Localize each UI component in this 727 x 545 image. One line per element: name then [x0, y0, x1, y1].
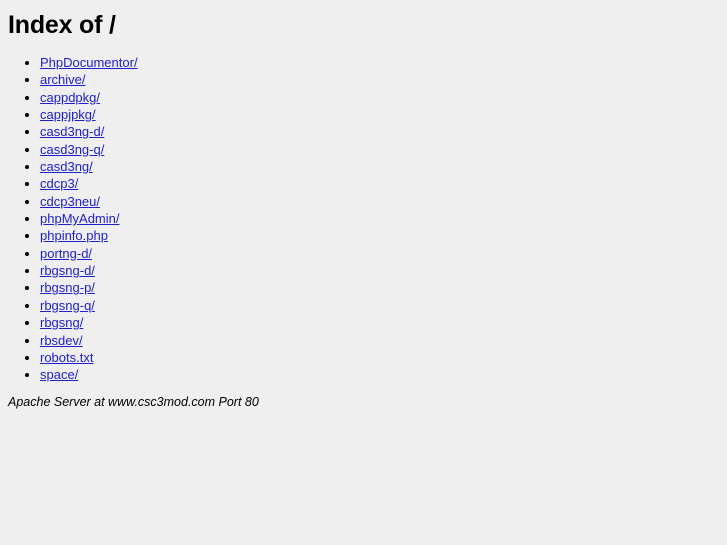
directory-index-page: Index of / PhpDocumentor/ archive/ cappd… [0, 0, 727, 410]
file-link-robots-txt[interactable]: robots.txt [40, 350, 93, 365]
server-signature: Apache Server at www.csc3mod.com Port 80 [8, 394, 259, 409]
list-item: cappjpkg/ [40, 106, 727, 123]
list-item: robots.txt [40, 349, 727, 366]
directory-listing: PhpDocumentor/ archive/ cappdpkg/ cappjp… [0, 54, 727, 384]
directory-link-archive[interactable]: archive/ [40, 72, 86, 87]
directory-link-rbgsng-d[interactable]: rbgsng-d/ [40, 263, 95, 278]
directory-link-cappjpkg[interactable]: cappjpkg/ [40, 107, 96, 122]
directory-link-casd3ng-q[interactable]: casd3ng-q/ [40, 142, 104, 157]
list-item: casd3ng-d/ [40, 123, 727, 140]
list-item: space/ [40, 366, 727, 383]
list-item: phpMyAdmin/ [40, 210, 727, 227]
list-item: portng-d/ [40, 245, 727, 262]
directory-link-casd3ng[interactable]: casd3ng/ [40, 159, 93, 174]
directory-link-portng-d[interactable]: portng-d/ [40, 246, 92, 261]
list-item: rbgsng/ [40, 314, 727, 331]
list-item: cdcp3neu/ [40, 193, 727, 210]
list-item: cdcp3/ [40, 175, 727, 192]
directory-link-space[interactable]: space/ [40, 367, 78, 382]
directory-link-cappdpkg[interactable]: cappdpkg/ [40, 90, 100, 105]
directory-link-phpdocumentor[interactable]: PhpDocumentor/ [40, 55, 138, 70]
directory-link-rbgsng-q[interactable]: rbgsng-q/ [40, 298, 95, 313]
list-item: rbgsng-q/ [40, 297, 727, 314]
list-item: phpinfo.php [40, 227, 727, 244]
directory-link-cdcp3[interactable]: cdcp3/ [40, 176, 78, 191]
list-item: cappdpkg/ [40, 89, 727, 106]
directory-link-cdcp3neu[interactable]: cdcp3neu/ [40, 194, 100, 209]
directory-link-rbgsng[interactable]: rbgsng/ [40, 315, 83, 330]
directory-link-casd3ng-d[interactable]: casd3ng-d/ [40, 124, 104, 139]
list-item: archive/ [40, 71, 727, 88]
directory-link-rbgsng-p[interactable]: rbgsng-p/ [40, 280, 95, 295]
page-title: Index of / [0, 0, 727, 39]
list-item: rbsdev/ [40, 332, 727, 349]
list-item: PhpDocumentor/ [40, 54, 727, 71]
list-item: rbgsng-d/ [40, 262, 727, 279]
page-title-text: Index of / [8, 11, 116, 39]
list-item: rbgsng-p/ [40, 279, 727, 296]
list-item: casd3ng-q/ [40, 141, 727, 158]
list-item: casd3ng/ [40, 158, 727, 175]
file-link-phpinfo-php[interactable]: phpinfo.php [40, 228, 108, 243]
directory-link-rbsdev[interactable]: rbsdev/ [40, 333, 83, 348]
directory-link-phpmyadmin[interactable]: phpMyAdmin/ [40, 211, 119, 226]
